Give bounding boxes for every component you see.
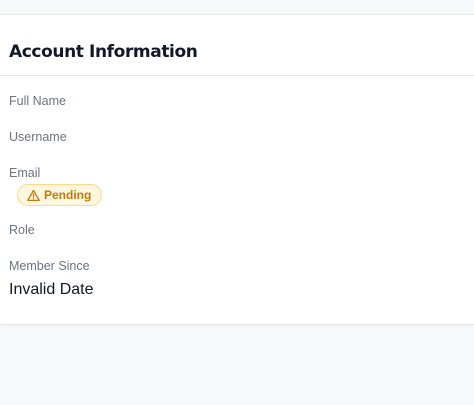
member-since-value: Invalid Date xyxy=(9,281,94,298)
section-title: Account Information xyxy=(9,42,198,62)
role-label: Role xyxy=(9,223,35,237)
member-since-label: Member Since xyxy=(9,259,90,273)
email-label: Email xyxy=(9,166,41,180)
card-header: Account Information xyxy=(0,15,474,76)
username-label: Username xyxy=(9,130,67,144)
account-information-card: Account Information Full Name Username E… xyxy=(0,14,474,325)
email-status-text: Pending xyxy=(44,188,92,202)
full-name-label: Full Name xyxy=(9,94,66,108)
email-status-badge: Pending xyxy=(17,184,103,206)
warning-triangle-icon xyxy=(27,189,40,202)
page-background: Account Information Full Name Username E… xyxy=(0,0,474,405)
